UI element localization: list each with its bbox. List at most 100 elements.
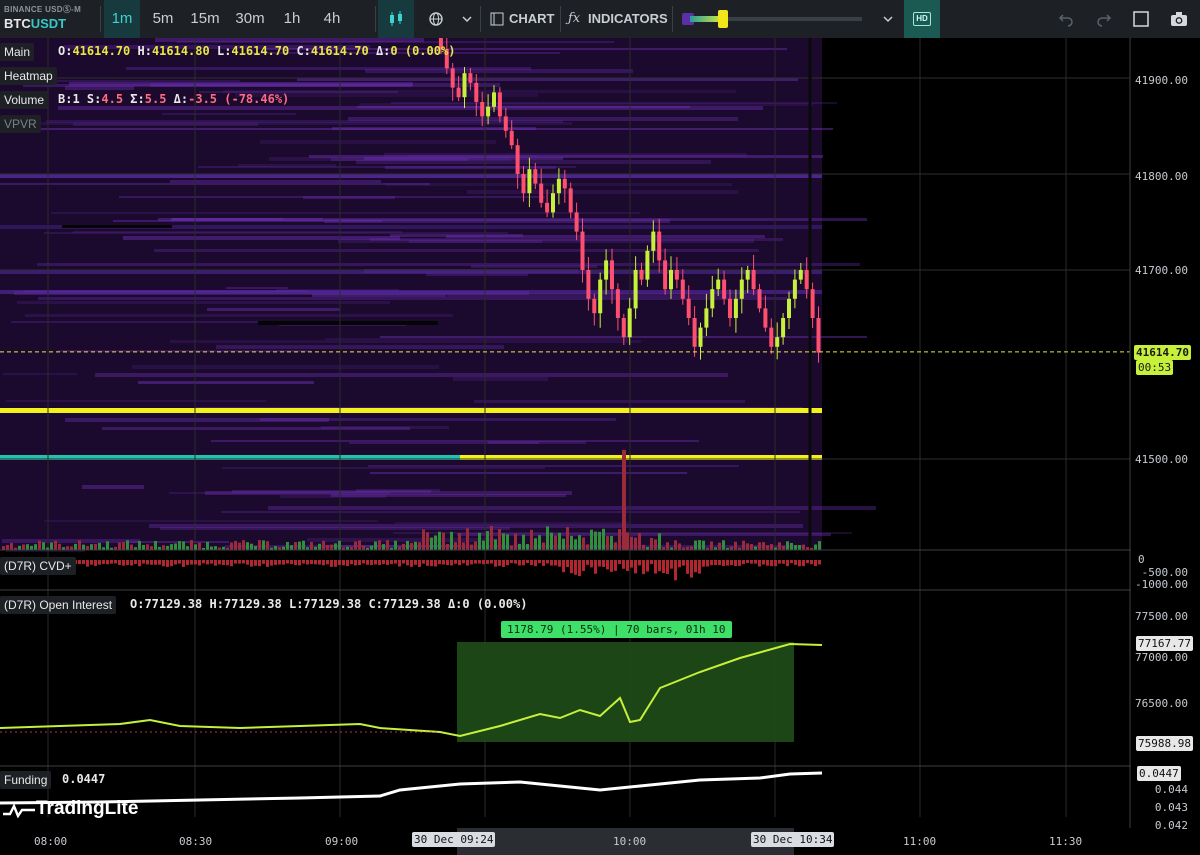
cvd-bar xyxy=(694,560,697,573)
volume-bar xyxy=(22,544,25,550)
volume-bar xyxy=(354,541,357,550)
candle-body xyxy=(769,327,774,347)
candle-body xyxy=(704,308,709,328)
cvd-bar xyxy=(686,560,689,574)
function-icon: ƒx xyxy=(568,11,581,26)
chart-button[interactable]: CHART xyxy=(490,0,556,38)
liquidity-band xyxy=(33,80,240,82)
volume-bar xyxy=(142,544,145,550)
volume-bar xyxy=(490,525,493,550)
chart-type-candles-button[interactable] xyxy=(378,0,414,38)
volume-bar xyxy=(302,540,305,550)
volume-bar xyxy=(458,533,461,550)
volume-bar xyxy=(814,544,817,550)
liquidity-band xyxy=(138,381,314,384)
cvd-bar xyxy=(766,560,769,566)
liquidity-band xyxy=(331,494,566,497)
volume-bar xyxy=(194,544,197,550)
liquidity-band xyxy=(211,440,699,442)
heatmap-intensity-slider[interactable] xyxy=(682,10,862,28)
cvd-bar xyxy=(298,560,301,566)
crosshair-button[interactable] xyxy=(428,0,452,38)
hd-toggle-button[interactable]: HD xyxy=(904,0,940,38)
candle-body xyxy=(692,318,697,347)
crosshair-dropdown[interactable] xyxy=(462,0,474,38)
volume-bar xyxy=(286,541,289,550)
candle-body xyxy=(539,183,544,203)
panel-label-funding[interactable]: Funding xyxy=(0,771,52,789)
chart-canvas[interactable] xyxy=(0,38,1200,855)
candle-body xyxy=(615,289,620,318)
layer-label-heatmap[interactable]: Heatmap xyxy=(0,67,57,85)
layer-label-volume[interactable]: Volume xyxy=(0,91,49,109)
volume-bar xyxy=(106,541,109,550)
cvd-bar xyxy=(674,560,677,581)
liquidity-band xyxy=(474,400,745,403)
cvd-bar xyxy=(518,560,521,566)
liquidity-band xyxy=(453,377,548,381)
timeframe-1m-button[interactable]: 1m xyxy=(104,0,140,38)
volume-bar xyxy=(10,543,13,550)
cvd-bar xyxy=(778,560,781,564)
cvd-bar xyxy=(194,560,197,565)
volume-bar xyxy=(150,546,153,550)
cvd-bar xyxy=(774,560,777,567)
volume-bar xyxy=(122,542,125,550)
volume-bar xyxy=(478,532,481,550)
timeframe-1h-button[interactable]: 1h xyxy=(275,0,309,38)
layer-label-vpvr[interactable]: VPVR xyxy=(0,115,41,133)
volume-bar xyxy=(430,537,433,550)
cvd-bar xyxy=(510,560,513,564)
cvd-bar xyxy=(198,560,201,566)
timeframe-30m-button[interactable]: 30m xyxy=(228,0,272,38)
volume-bar xyxy=(90,544,93,550)
candle-body xyxy=(816,318,821,353)
cvd-bar xyxy=(146,560,149,565)
volume-bar xyxy=(330,544,333,550)
redo-icon[interactable] xyxy=(1096,11,1112,27)
volume-bar xyxy=(338,540,341,550)
volume-bar xyxy=(454,542,457,550)
volume-bar xyxy=(734,541,737,550)
slider-thumb[interactable] xyxy=(718,10,728,28)
liquidity-band xyxy=(169,492,390,494)
cvd-bar xyxy=(698,560,701,574)
slider-dropdown[interactable] xyxy=(883,0,895,38)
volume-bar xyxy=(626,532,629,550)
cvd-bar xyxy=(470,560,473,565)
undo-icon[interactable] xyxy=(1058,11,1074,27)
liquidity-band xyxy=(150,83,500,87)
volume-bar xyxy=(418,542,421,550)
liquidity-band xyxy=(395,522,630,524)
cvd-bar xyxy=(614,560,617,571)
cvd-bar xyxy=(362,560,365,564)
timeframe-5m-button[interactable]: 5m xyxy=(144,0,182,38)
symbol-selector[interactable]: BINANCE USDⓈ-M BTCUSDT xyxy=(4,4,100,34)
panel-label-open-interest[interactable]: (D7R) Open Interest xyxy=(0,596,117,614)
candle-body xyxy=(751,270,756,290)
cvd-bar xyxy=(582,560,585,571)
cvd-bar xyxy=(490,560,493,564)
candle-body xyxy=(757,289,762,309)
volume-bar xyxy=(282,546,285,550)
divider xyxy=(375,6,376,32)
time-tick-1130: 11:30 xyxy=(1049,835,1083,848)
cvd-bar xyxy=(314,560,317,565)
oi-ohlc-readout: O:77129.38 H:77129.38 L:77129.38 C:77129… xyxy=(130,597,528,611)
fullscreen-icon[interactable] xyxy=(1133,11,1149,27)
cvd-bar xyxy=(682,560,685,566)
camera-icon[interactable] xyxy=(1170,11,1188,27)
cvd-bar xyxy=(330,560,333,567)
panel-label-cvd[interactable]: (D7R) CVD+ xyxy=(0,557,76,575)
volume-bar xyxy=(694,540,697,550)
liquidity-band xyxy=(409,240,542,243)
indicators-button[interactable]: ƒx INDICATORS xyxy=(568,0,668,38)
volume-bar xyxy=(498,529,501,550)
panel-label-main[interactable]: Main xyxy=(0,43,35,61)
timeframe-4h-button[interactable]: 4h xyxy=(312,0,352,38)
timeframe-15m-button[interactable]: 15m xyxy=(185,0,225,38)
liquidity-band xyxy=(65,86,134,90)
cvd-bar xyxy=(466,560,469,566)
chevron-down-icon xyxy=(462,16,472,23)
cvd-bar xyxy=(250,560,253,567)
